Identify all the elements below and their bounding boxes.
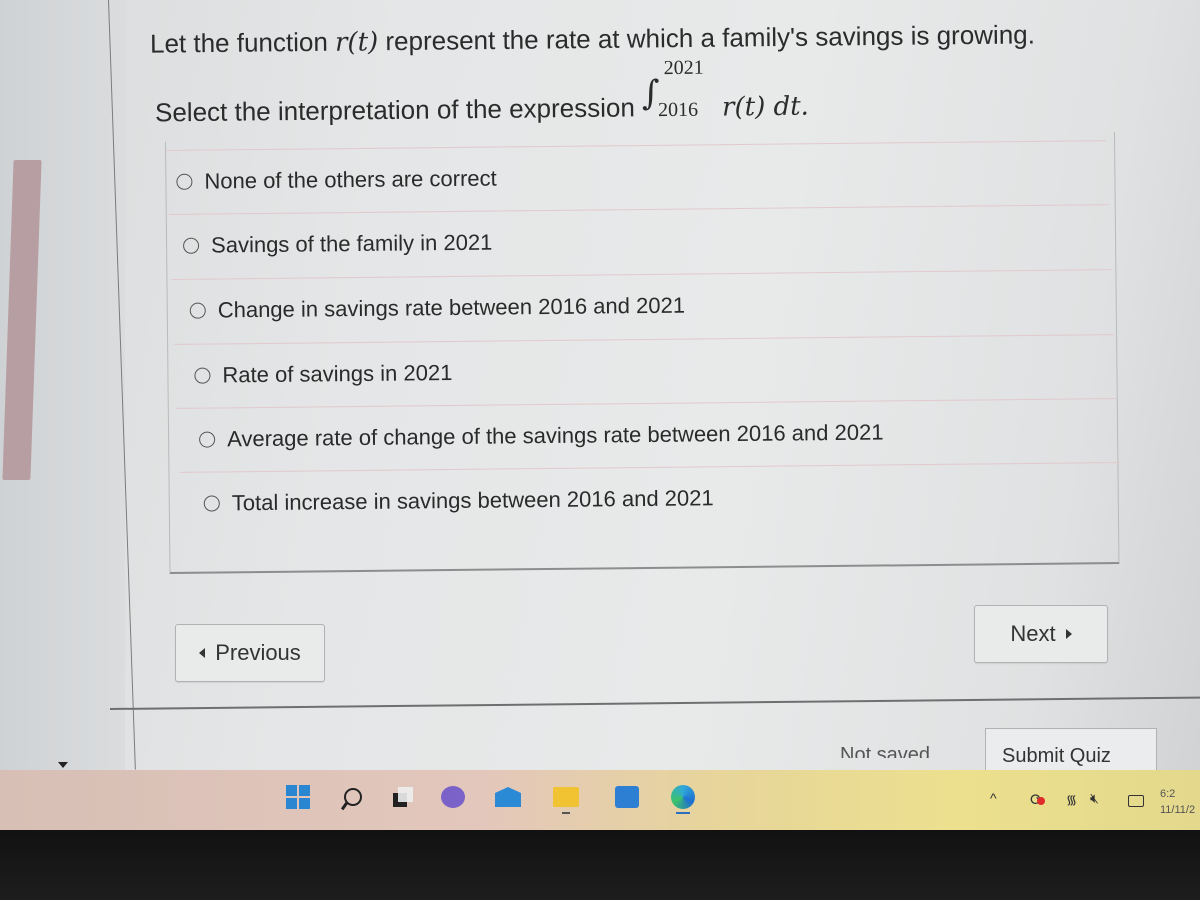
question-line-1: Let the function r(t) represent the rate… xyxy=(149,19,1036,59)
edge-browser-icon[interactable] xyxy=(670,784,696,810)
recording-dot-icon xyxy=(1037,797,1045,805)
option-average-rate-change[interactable]: Average rate of change of the savings ra… xyxy=(176,398,1118,471)
taskbar xyxy=(0,770,1200,830)
option-savings-2021[interactable]: Savings of the family in 2021 xyxy=(168,204,1110,277)
radio-button[interactable] xyxy=(189,302,206,319)
radio-button[interactable] xyxy=(194,367,211,384)
radio-button[interactable] xyxy=(183,237,200,254)
submit-quiz-button[interactable]: Submit Quiz xyxy=(985,728,1157,771)
integral-upper-bound: 2021 xyxy=(663,56,704,80)
answer-options: None of the others are correct Savings o… xyxy=(165,132,1121,574)
radio-button[interactable] xyxy=(176,173,193,190)
laptop-bezel xyxy=(0,830,1200,900)
save-status: Not saved xyxy=(840,744,931,758)
next-button[interactable]: Next xyxy=(974,605,1108,663)
option-label: Savings of the family in 2021 xyxy=(210,229,493,258)
battery-icon[interactable] xyxy=(1128,795,1144,807)
mail-icon[interactable] xyxy=(495,784,521,810)
calendar-icon[interactable] xyxy=(614,784,640,810)
start-icon[interactable] xyxy=(285,784,311,810)
active-app-indicator xyxy=(676,812,690,814)
teams-chat-icon[interactable] xyxy=(440,784,466,810)
footer-divider xyxy=(109,696,1200,710)
option-label: Change in savings rate between 2016 and … xyxy=(217,292,686,323)
radio-button[interactable] xyxy=(199,431,216,448)
scroll-down-arrow-icon[interactable] xyxy=(58,762,68,768)
option-label: None of the others are correct xyxy=(204,165,497,194)
search-icon[interactable] xyxy=(340,784,366,810)
integral-lower-bound: 2016 xyxy=(657,98,699,122)
integral-expression: ∫ 2021 2016 xyxy=(642,57,722,126)
option-label: Total increase in savings between 2016 a… xyxy=(231,485,714,516)
option-label: Average rate of change of the savings ra… xyxy=(226,419,884,452)
option-label: Rate of savings in 2021 xyxy=(222,360,453,388)
running-indicator xyxy=(562,812,570,814)
radio-button[interactable] xyxy=(203,495,220,512)
option-none-correct[interactable]: None of the others are correct xyxy=(166,140,1107,213)
file-explorer-icon[interactable] xyxy=(553,784,579,810)
wifi-icon[interactable]: ᯾ xyxy=(1066,790,1077,808)
volume-muted-icon[interactable]: 🔇︎ xyxy=(1090,790,1099,807)
option-rate-2021[interactable]: Rate of savings in 2021 xyxy=(174,334,1115,407)
option-change-in-rate[interactable]: Change in savings rate between 2016 and … xyxy=(171,269,1113,342)
function-name: r(t) xyxy=(334,27,379,58)
caret-left-icon xyxy=(199,648,206,658)
task-view-icon[interactable] xyxy=(390,784,416,810)
question-line-2: Select the interpretation of the express… xyxy=(154,56,810,128)
option-total-increase[interactable]: Total increase in savings between 2016 a… xyxy=(179,462,1121,535)
previous-button[interactable]: Previous xyxy=(175,624,325,682)
integrand: r(t) dt. xyxy=(721,91,810,123)
system-clock[interactable]: 6:2 11/11/2 xyxy=(1160,786,1195,818)
caret-right-icon xyxy=(1065,629,1072,639)
show-hidden-icons-chevron-icon[interactable]: ^ xyxy=(990,790,997,806)
